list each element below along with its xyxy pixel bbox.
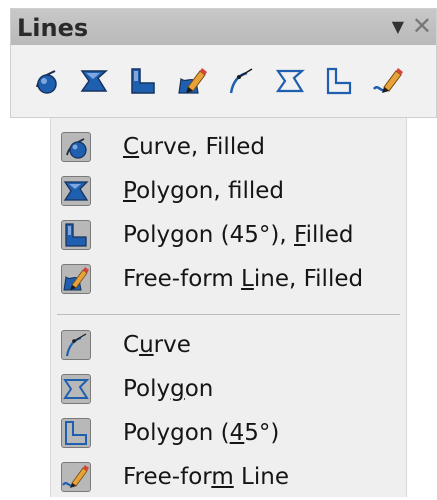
menu-item-curve-filled[interactable]: Curve, Filled — [51, 126, 406, 170]
polygon-icon — [275, 69, 305, 93]
polygon-45-icon — [326, 67, 352, 95]
polygon-button[interactable] — [274, 65, 306, 97]
curve-icon — [61, 330, 91, 360]
menu-item-freeform-line-filled[interactable]: Free-form Line, Filled — [51, 258, 406, 302]
lines-menu: Curve, Filled Polygon, filled Polygon (4… — [50, 118, 407, 497]
menu-item-label: Free-form Line, Filled — [123, 266, 364, 292]
freeform-line-icon — [61, 462, 91, 492]
menu-separator — [57, 314, 400, 315]
polygon-filled-icon — [61, 176, 91, 206]
freeform-line-icon — [372, 68, 403, 93]
freeform-line-filled-icon — [61, 264, 91, 294]
menu-item-label: Polygon (45°) — [123, 420, 280, 446]
toolbar-title: Lines — [17, 14, 89, 42]
polygon-filled-button[interactable] — [78, 65, 110, 97]
curve-filled-icon — [36, 70, 57, 94]
polygon-45-icon — [61, 418, 91, 448]
polygon-45-filled-icon — [61, 220, 91, 250]
curve-filled-icon — [61, 132, 91, 162]
menu-item-polygon-45[interactable]: Polygon (45°) — [51, 412, 406, 456]
polygon-45-filled-icon — [131, 68, 155, 94]
menu-item-polygon[interactable]: Polygon — [51, 368, 406, 412]
freeform-line-button[interactable] — [372, 65, 404, 97]
menu-item-freeform-line[interactable]: Free-form Line — [51, 456, 406, 500]
lines-toolbar: Lines ▼ ✕ — [10, 8, 437, 118]
menu-item-polygon-filled[interactable]: Polygon, filled — [51, 170, 406, 214]
toolbar-menu-icon[interactable]: ▼ — [392, 17, 404, 36]
curve-icon — [229, 68, 253, 94]
freeform-line-filled-icon — [178, 68, 207, 94]
menu-item-label: Curve — [123, 332, 191, 358]
polygon-45-filled-button[interactable] — [127, 65, 159, 97]
menu-item-curve[interactable]: Curve — [51, 324, 406, 368]
polygon-45-button[interactable] — [323, 65, 355, 97]
polygon-filled-icon — [80, 70, 108, 92]
close-icon[interactable]: ✕ — [412, 12, 432, 40]
curve-filled-button[interactable] — [29, 65, 61, 97]
freeform-line-filled-button[interactable] — [176, 65, 208, 97]
curve-button[interactable] — [225, 65, 257, 97]
menu-item-label: Polygon, filled — [123, 178, 285, 204]
menu-item-label: Curve, Filled — [123, 134, 265, 160]
menu-item-label: Free-form Line — [123, 464, 289, 490]
toolbar-titlebar[interactable]: Lines ▼ ✕ — [11, 9, 436, 45]
menu-item-label: Polygon — [123, 376, 214, 402]
toolbar-buttons — [11, 45, 436, 117]
polygon-icon — [61, 374, 91, 404]
menu-item-polygon-45-filled[interactable]: Polygon (45°), Filled — [51, 214, 406, 258]
menu-item-label: Polygon (45°), Filled — [123, 222, 354, 248]
